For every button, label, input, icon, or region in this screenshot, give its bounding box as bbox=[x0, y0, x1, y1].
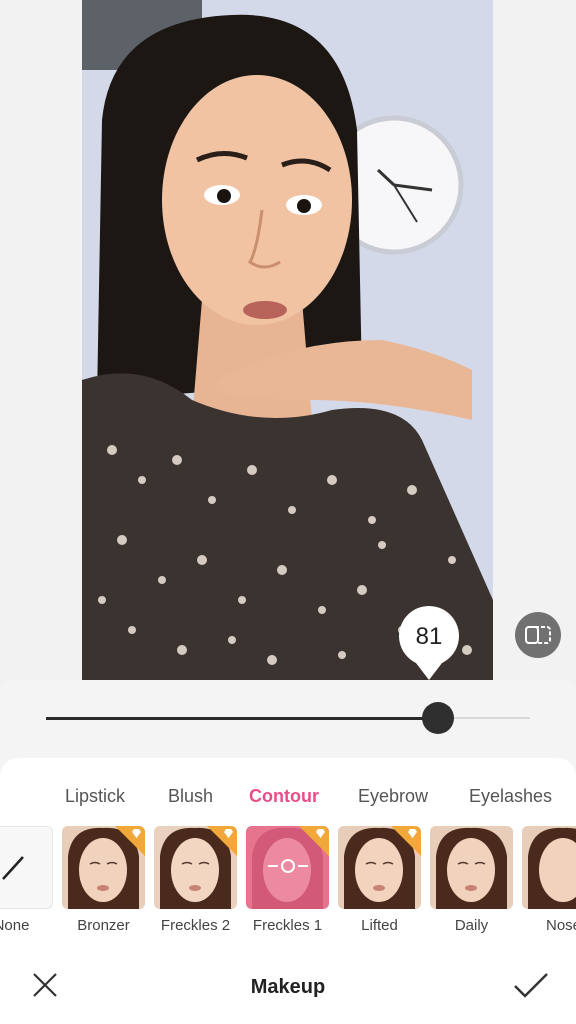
preset-thumb bbox=[338, 826, 421, 909]
face-model-icon bbox=[522, 826, 576, 909]
tab-eyebrow[interactable]: Eyebrow bbox=[358, 786, 428, 807]
preset-none[interactable]: None bbox=[0, 826, 53, 934]
preset-label: Nose bbox=[545, 917, 576, 934]
selfie-photo bbox=[82, 0, 493, 680]
tab-lipstick[interactable]: Lipstick bbox=[65, 786, 125, 807]
photo-preview bbox=[82, 0, 493, 680]
preset-freckles-1[interactable]: Freckles 1 bbox=[246, 826, 329, 934]
compare-icon bbox=[525, 626, 551, 644]
compare-button[interactable] bbox=[515, 612, 561, 658]
screen-title: Makeup bbox=[250, 976, 326, 998]
preset-bronzer[interactable]: Bronzer bbox=[62, 826, 145, 934]
face-model-icon bbox=[430, 826, 513, 909]
preset-lifted[interactable]: Lifted bbox=[338, 826, 421, 934]
tab-blush[interactable]: Blush bbox=[168, 786, 213, 807]
preset-thumb bbox=[154, 826, 237, 909]
diamond-icon bbox=[132, 829, 141, 838]
tab-contour[interactable]: Contour bbox=[249, 786, 319, 807]
slider-value-label: 81 bbox=[415, 623, 443, 650]
preset-freckles-2[interactable]: Freckles 2 bbox=[154, 826, 237, 934]
diamond-icon bbox=[316, 829, 325, 838]
tab-eyelashes[interactable]: Eyelashes bbox=[469, 786, 552, 807]
intensity-slider[interactable] bbox=[46, 702, 530, 734]
preset-label: Freckles 2 bbox=[160, 917, 231, 934]
preset-list: None Bronzer bbox=[0, 826, 576, 946]
preset-nose[interactable]: Nose bbox=[522, 826, 576, 934]
preset-label: Daily bbox=[454, 917, 489, 934]
slider-value-bubble: 81 bbox=[398, 605, 460, 681]
preset-thumb-selected bbox=[246, 826, 329, 909]
preset-label: None bbox=[0, 917, 30, 934]
bottom-bar: Makeup bbox=[0, 950, 576, 1024]
slider-fill bbox=[46, 716, 438, 720]
diamond-icon bbox=[408, 829, 417, 838]
preset-thumb bbox=[522, 826, 576, 909]
diamond-icon bbox=[224, 829, 233, 838]
preset-daily[interactable]: Daily bbox=[430, 826, 513, 934]
checkmark-icon[interactable] bbox=[512, 970, 550, 1000]
preset-label: Bronzer bbox=[77, 917, 130, 934]
adjust-icon bbox=[268, 859, 308, 873]
category-tabs: Lipstick Blush Contour Eyebrow Eyelashes bbox=[0, 786, 576, 810]
preset-thumb bbox=[62, 826, 145, 909]
preset-thumb bbox=[430, 826, 513, 909]
preset-none-thumb bbox=[0, 826, 53, 909]
slider-thumb[interactable] bbox=[422, 702, 454, 734]
preset-label: Lifted bbox=[361, 917, 398, 934]
intensity-panel bbox=[0, 680, 576, 770]
none-slash-icon bbox=[2, 856, 24, 880]
preset-label: Freckles 1 bbox=[252, 917, 323, 934]
